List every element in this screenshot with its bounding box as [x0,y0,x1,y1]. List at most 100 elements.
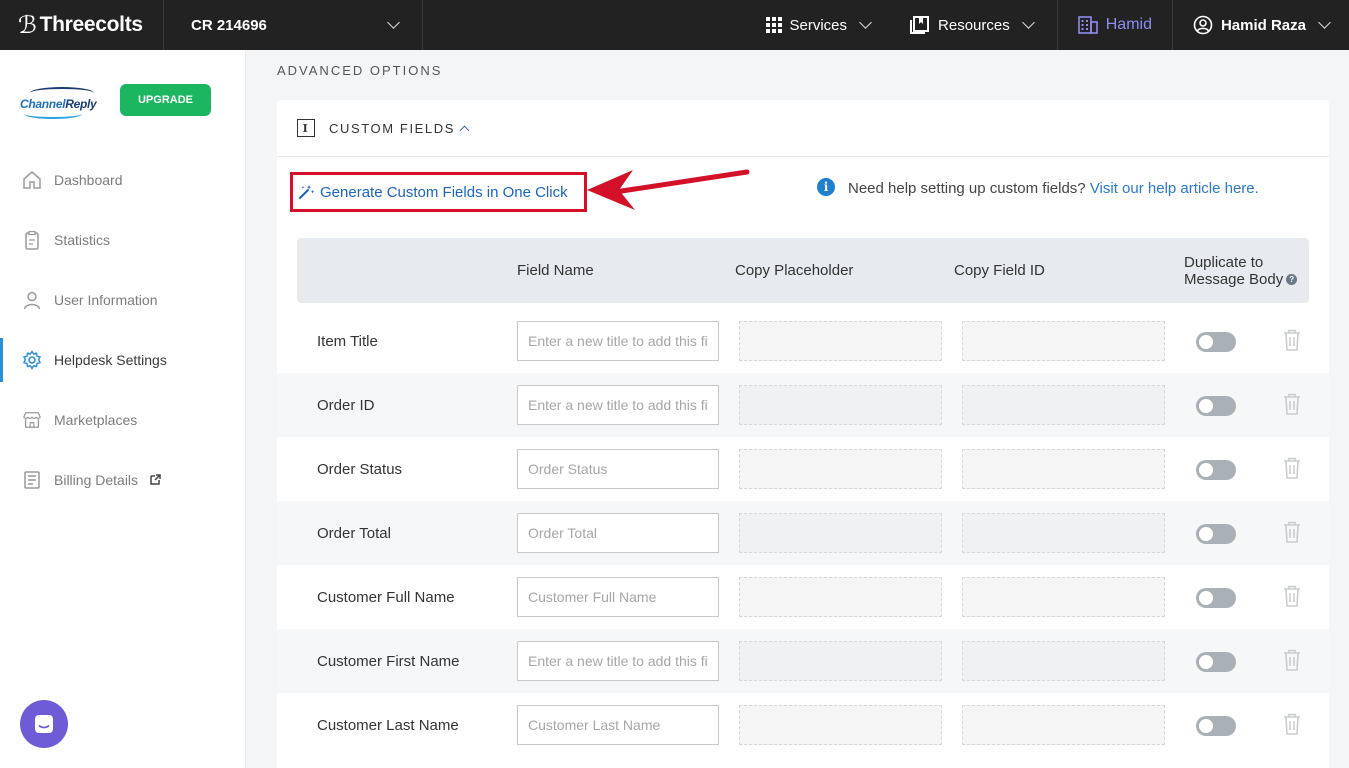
generate-link-label: Generate Custom Fields in One Click [320,183,568,201]
copy-placeholder-box[interactable] [739,705,942,745]
field-name-input[interactable] [517,321,719,361]
duplicate-toggle[interactable] [1196,524,1236,544]
sidebar-item-user-information[interactable]: User Information [0,270,245,330]
sidebar-item-billing-details[interactable]: Billing Details [0,450,245,510]
organization-name: Hamid [1105,16,1152,33]
copy-placeholder-box[interactable] [739,385,942,425]
help-question-icon[interactable]: ? [1286,274,1298,286]
table-header: Field Name Copy Placeholder Copy Field I… [297,238,1309,303]
duplicate-toggle[interactable] [1196,332,1236,352]
account-selector[interactable]: CR 214696 [164,0,423,50]
trash-icon[interactable] [1283,521,1301,543]
sidebar-item-label: Marketplaces [54,412,138,428]
field-name-input[interactable] [517,705,719,745]
custom-fields-table: Item Title Order ID Order Status Order Tota… [277,309,1329,757]
sidebar-item-dashboard[interactable]: Dashboard [0,150,245,210]
chat-support-button[interactable] [20,700,68,748]
sidebar-item-label: Statistics [54,232,111,248]
trash-icon[interactable] [1283,649,1301,671]
copy-field-id-box[interactable] [962,641,1165,681]
field-name-input[interactable] [517,513,719,553]
copy-field-id-box[interactable] [962,385,1165,425]
copy-field-id-box[interactable] [962,513,1165,553]
resources-menu[interactable]: Resources [892,0,1058,50]
field-name-input[interactable] [517,449,719,489]
copy-placeholder-box[interactable] [739,577,942,617]
table-row: Order Status [277,437,1329,501]
trash-icon[interactable] [1283,713,1301,735]
duplicate-toggle[interactable] [1196,716,1236,736]
trash-icon[interactable] [1283,457,1301,479]
field-label: Item Title [317,332,378,350]
table-row: Customer First Name [277,629,1329,693]
threecolts-mark-icon: ℬ [18,11,37,39]
field-label: Customer First Name [317,652,460,670]
copy-field-id-box[interactable] [962,705,1165,745]
duplicate-toggle[interactable] [1196,652,1236,672]
sidebar-item-statistics[interactable]: Statistics [0,210,245,270]
organization-switcher[interactable]: Hamid [1058,0,1173,50]
user-icon [22,290,42,310]
field-name-input[interactable] [517,577,719,617]
copy-field-id-box[interactable] [962,321,1165,361]
field-label: Customer Last Name [317,716,459,734]
sidebar: ChannelReply UPGRADE Dashboard Statistic… [0,50,246,768]
grid-icon [765,17,782,33]
copy-field-id-box[interactable] [962,449,1165,489]
copy-field-id-box[interactable] [962,577,1165,617]
chevron-up-icon [459,125,470,135]
chevron-down-icon [1318,16,1331,29]
sidebar-item-label: Dashboard [54,172,123,188]
resources-label: Resources [938,16,1010,34]
info-icon: i [817,178,835,196]
copy-placeholder-box[interactable] [739,321,942,361]
user-menu[interactable]: Hamid Raza [1173,0,1349,50]
threecolts-logo[interactable]: ℬ Threecolts [0,0,164,50]
table-row: Order Total [277,501,1329,565]
chevron-down-icon [387,16,400,29]
gear-icon [22,350,42,370]
sidebar-item-label: Billing Details [54,472,139,488]
book-icon [910,16,930,34]
table-row: Customer Full Name [277,565,1329,629]
table-row: Order ID [277,373,1329,437]
main-content: ADVANCED OPTIONS I CUSTOM FIELDS Generat… [246,50,1349,768]
field-name-input[interactable] [517,385,719,425]
magic-wand-icon [299,185,315,199]
clipboard-icon [22,230,42,250]
duplicate-toggle[interactable] [1196,588,1236,608]
trash-icon[interactable] [1283,585,1301,607]
duplicate-toggle[interactable] [1196,460,1236,480]
building-icon [1077,16,1098,34]
field-label: Order Total [317,524,391,542]
account-id: CR 214696 [191,16,267,34]
field-name-input[interactable] [517,641,719,681]
chat-icon [35,715,53,733]
upgrade-button[interactable]: UPGRADE [120,84,211,116]
help-text: Need help setting up custom fields? [848,180,1086,197]
trash-icon[interactable] [1283,393,1301,415]
external-link-icon [150,472,161,488]
card-header[interactable]: I CUSTOM FIELDS [277,100,1329,157]
brand-name: Threecolts [39,13,144,36]
column-header-duplicate: Duplicate to Message Body? [1184,238,1314,303]
chevron-down-icon [1021,16,1035,29]
sidebar-item-label: User Information [54,292,158,308]
home-icon [22,170,42,190]
sidebar-item-marketplaces[interactable]: Marketplaces [0,390,245,450]
copy-placeholder-box[interactable] [739,449,942,489]
copy-placeholder-box[interactable] [739,513,942,553]
user-circle-icon [1193,15,1213,35]
field-label: Order ID [317,396,375,414]
help-note: i Need help setting up custom fields? Vi… [817,178,1277,199]
chevron-down-icon [859,16,872,29]
card-title: CUSTOM FIELDS [329,120,456,136]
sidebar-item-helpdesk-settings[interactable]: Helpdesk Settings [0,330,245,390]
trash-icon[interactable] [1283,329,1301,351]
duplicate-toggle[interactable] [1196,396,1236,416]
generate-custom-fields-link[interactable]: Generate Custom Fields in One Click [290,172,587,212]
help-article-link[interactable]: Visit our help article here. [1090,180,1259,197]
channelreply-logo[interactable]: ChannelReply [20,87,100,123]
services-menu[interactable]: Services [748,0,893,50]
copy-placeholder-box[interactable] [739,641,942,681]
